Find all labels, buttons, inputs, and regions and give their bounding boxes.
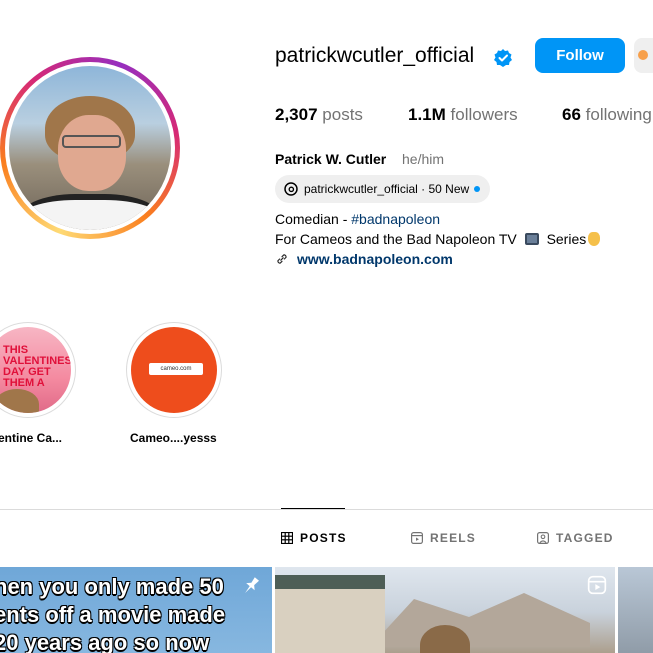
website-link-text: www.badnapoleon.com [297,251,453,267]
verified-badge-icon [494,49,512,67]
post-thumbnail[interactable]: hen you only made 50 ents off a movie ma… [0,567,272,653]
highlight-valentine[interactable]: THIS VALENTINES DAY GET THEM A [0,322,76,418]
post-thumbnail[interactable] [275,567,615,653]
bio-text-2: For Cameos and the Bad Napoleon TV [275,231,517,247]
tab-reels[interactable]: REELS [411,531,476,545]
tab-posts[interactable]: POSTS [281,531,347,545]
tab-tagged[interactable]: TAGGED [537,531,614,545]
reel-indicator-icon [587,575,607,595]
tab-label: POSTS [300,531,347,545]
bio-text: Comedian - [275,211,352,227]
avatar-photo [9,66,171,230]
post-thumbnail[interactable] [618,567,653,653]
posts-stat: 2,307 posts [275,105,363,125]
highlight-cover: cameo.com [131,327,217,413]
pinned-post-icon [245,577,259,594]
threads-badge-text: patrickwcutler_official · 50 New [304,182,470,196]
following-label: following [585,105,652,124]
avatar-shirt [17,193,163,230]
tabs-divider [0,509,653,510]
avatar-border [5,62,175,234]
bio-line-1: Comedian - #badnapoleon [275,211,440,227]
profile-full-name: Patrick W. Cutler [275,151,387,167]
post-image-building [275,575,385,653]
followers-label: followers [450,105,518,124]
link-icon [277,254,287,264]
post-caption-line: hen you only made 50 [0,574,224,599]
posts-label: posts [322,105,363,124]
highlight-cover-text: cameo.com [149,363,203,375]
bio-hashtag-link[interactable]: #badnapoleon [351,211,440,227]
avatar-glasses [62,134,121,148]
highlight-cover: THIS VALENTINES DAY GET THEM A [0,327,71,413]
tab-label: REELS [430,531,477,545]
profile-avatar[interactable] [0,57,180,239]
message-icon [638,50,648,60]
profile-website-link[interactable]: www.badnapoleon.com [275,251,453,267]
threads-icon [284,182,298,196]
bio-text-3: Series [546,231,587,247]
tab-label: TAGGED [556,531,614,545]
highlight-label[interactable]: Cameo....yesss [130,431,217,445]
following-count: 66 [562,105,581,124]
post-caption-overlay: hen you only made 50 ents off a movie ma… [0,573,225,653]
highlight-cover-hair [0,389,39,413]
message-button[interactable] [634,38,653,73]
follow-button[interactable]: Follow [535,38,625,73]
followers-stat[interactable]: 1.1M followers [408,105,518,125]
post-caption-line: 20 years ago so now [0,630,210,653]
profile-username: patrickwcutler_official [275,44,475,67]
followers-count: 1.1M [408,105,446,124]
bio-line-2: For Cameos and the Bad Napoleon TV Serie… [275,231,601,247]
pointing-down-emoji-icon [588,232,601,246]
grid-icon [281,532,293,544]
post-caption-line: ents off a movie made [0,602,226,627]
profile-pronouns: he/him [402,151,445,167]
highlight-label[interactable]: entine Ca... [0,431,62,445]
highlight-cameo[interactable]: cameo.com [126,322,222,418]
post-image-mountains [370,593,590,647]
reels-icon [411,532,423,544]
active-tab-indicator [281,508,345,509]
following-stat[interactable]: 66 following [562,105,652,125]
tagged-icon [537,532,549,544]
highlight-cover-text: THIS VALENTINES DAY GET THEM A [3,344,71,389]
threads-badge[interactable]: patrickwcutler_official · 50 New [275,175,491,203]
avatar-face [57,115,126,191]
tv-emoji-icon [524,233,539,245]
posts-count: 2,307 [275,105,318,124]
new-indicator-dot [474,186,481,192]
